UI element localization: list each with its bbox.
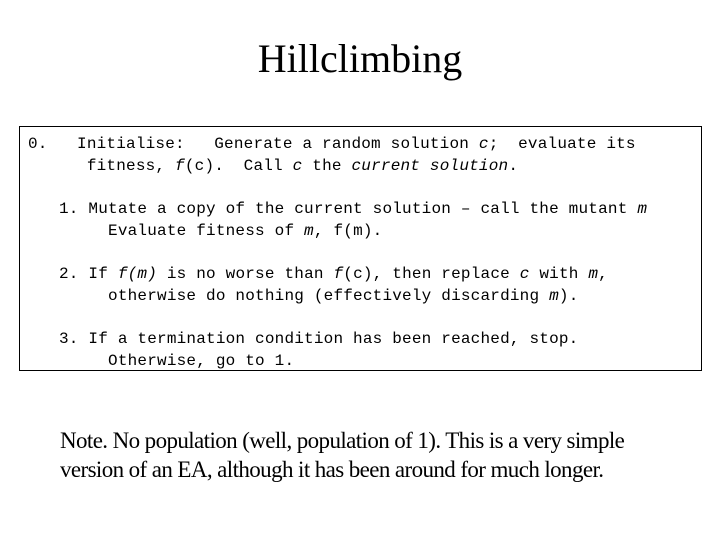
step-number: 3.	[59, 330, 79, 348]
step-line: otherwise do nothing (effectively discar…	[59, 285, 608, 307]
italic-term: f	[333, 265, 344, 283]
italic-term: m	[304, 222, 314, 240]
step-text: Initialise: Generate a random solution	[47, 135, 479, 153]
italic-term: m	[637, 200, 648, 218]
step-text: .	[508, 157, 519, 175]
note-line: Note. No population (well, population of…	[60, 428, 625, 453]
step-line: Otherwise, go to 1.	[59, 350, 579, 372]
step-text: ,	[598, 265, 608, 283]
algorithm-box: 0. Initialise: Generate a random solutio…	[19, 126, 702, 371]
italic-term: c	[519, 265, 530, 283]
step-text: is no worse than	[157, 265, 334, 283]
step-line: fitness, f(c). Call c the current soluti…	[28, 155, 636, 177]
italic-term: current solution	[351, 157, 509, 175]
step-text: Mutate a copy of the current solution – …	[78, 200, 638, 218]
note-paragraph: Note. No population (well, population of…	[60, 426, 710, 484]
step-text: the	[302, 157, 352, 175]
step-indent	[59, 352, 79, 370]
italic-term: c	[478, 135, 489, 153]
step-line: 1. Mutate a copy of the current solution…	[59, 198, 647, 220]
step-indent	[59, 287, 79, 305]
step-number: 1.	[59, 200, 79, 218]
algorithm-step-2: 2. If f(m) is no worse than f(c), then r…	[59, 263, 608, 307]
step-line: Evaluate fitness of m, f(m).	[59, 220, 647, 242]
step-text: ).	[558, 287, 579, 305]
step-line: 3. If a termination condition has been r…	[59, 328, 579, 350]
step-number: 0.	[28, 135, 48, 153]
step-text: (c). Call	[184, 157, 293, 175]
algorithm-step-0: 0. Initialise: Generate a random solutio…	[28, 133, 636, 177]
step-indent	[59, 222, 79, 240]
note-line: version of an EA, although it has been a…	[60, 457, 604, 482]
italic-term: f	[175, 157, 185, 175]
step-indent	[28, 157, 48, 175]
step-text: (c), then replace	[343, 265, 520, 283]
step-line: 0. Initialise: Generate a random solutio…	[28, 133, 636, 155]
step-text: ; evaluate its	[488, 135, 636, 153]
italic-term: c	[292, 157, 303, 175]
step-text: fitness,	[47, 157, 176, 175]
step-number: 2.	[59, 265, 79, 283]
algorithm-step-1: 1. Mutate a copy of the current solution…	[59, 198, 647, 242]
step-text: If a termination condition has been reac…	[78, 330, 579, 348]
algorithm-step-3: 3. If a termination condition has been r…	[59, 328, 579, 372]
slide-title: Hillclimbing	[257, 36, 463, 81]
step-line: 2. If f(m) is no worse than f(c), then r…	[59, 263, 608, 285]
step-text: If	[78, 265, 118, 283]
step-text: with	[529, 265, 589, 283]
step-text: Evaluate fitness of	[78, 222, 305, 240]
italic-term: m	[549, 287, 559, 305]
italic-term: m	[588, 265, 599, 283]
italic-term: f(m)	[117, 265, 158, 283]
step-text: , f(m).	[313, 222, 383, 240]
step-text: otherwise do nothing (effectively discar…	[78, 287, 550, 305]
step-text: Otherwise, go to 1.	[78, 352, 295, 370]
